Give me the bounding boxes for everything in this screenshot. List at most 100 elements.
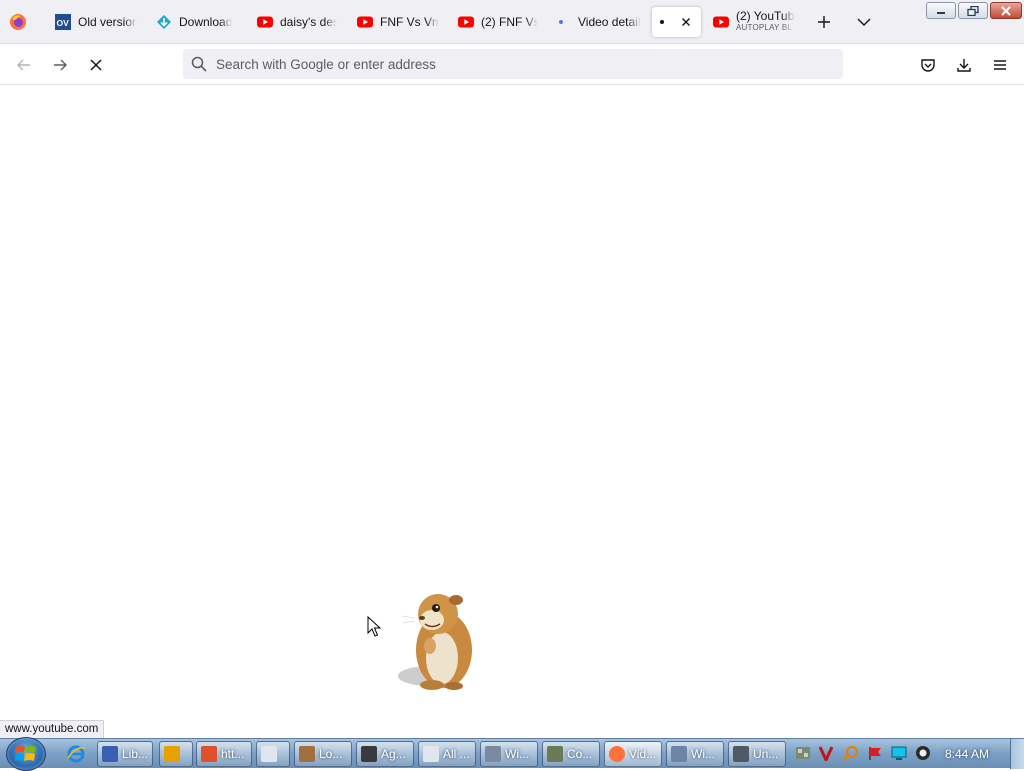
- close-icon: [1001, 5, 1011, 16]
- taskbar-item-media[interactable]: [159, 741, 193, 767]
- start-button[interactable]: [6, 737, 46, 771]
- windows-icon: [485, 746, 501, 762]
- tab-download[interactable]: Download: [156, 7, 238, 37]
- taskbar-item-ag[interactable]: Ag...: [356, 741, 414, 767]
- stop-loading-button[interactable]: [86, 55, 106, 75]
- virtualbox-icon: [102, 746, 118, 762]
- internet-explorer-icon[interactable]: [65, 743, 87, 765]
- search-tray-icon[interactable]: [843, 745, 859, 761]
- pocket-icon: [921, 59, 935, 72]
- back-button[interactable]: [14, 55, 34, 75]
- youtube-icon: [357, 14, 373, 30]
- taskbar-item-label: htt...: [221, 747, 245, 761]
- taskbar-item-label: Co...: [567, 747, 593, 761]
- app-icon: [671, 746, 687, 762]
- tab-title: (2) YouTube: [736, 10, 795, 23]
- taskbar-item-vid[interactable]: Vid...: [604, 741, 662, 767]
- app-menu-button[interactable]: [990, 55, 1010, 75]
- mouse-cursor-icon: [367, 616, 381, 637]
- search-icon: [191, 56, 207, 72]
- restore-button[interactable]: [958, 2, 988, 19]
- app-window-icon: [361, 746, 377, 762]
- url-input[interactable]: [216, 56, 816, 72]
- hamster-mascot-icon: [398, 594, 472, 690]
- svg-text:OV: OV: [57, 18, 70, 28]
- tab-daisys-desk[interactable]: daisy's desk: [257, 7, 337, 37]
- v-app-tray-icon[interactable]: [818, 745, 834, 761]
- taskbar-item-label: Wi...: [691, 747, 715, 761]
- status-bar-url: www.youtube.com: [0, 720, 105, 738]
- download-arrow-icon: [957, 59, 971, 72]
- taskbar-item-co[interactable]: Co...: [542, 741, 600, 767]
- volume-tray-icon[interactable]: [915, 745, 931, 761]
- taskbar-item-label: Lib...: [122, 747, 149, 761]
- oldversion-icon: OV: [55, 14, 71, 30]
- address-bar[interactable]: [183, 49, 843, 79]
- taskbar-clock[interactable]: 8:44 AM: [945, 747, 989, 761]
- tab-strip: OV Old version Download daisy's desk FNF…: [0, 0, 1024, 44]
- display-tray-icon[interactable]: [891, 745, 907, 761]
- chevron-down-icon[interactable]: [855, 12, 873, 32]
- tab-subtitle: AUTOPLAY BL: [736, 23, 793, 32]
- youtube-icon: [257, 14, 273, 30]
- minimize-icon: [937, 11, 945, 14]
- stop-x-icon: [90, 59, 102, 71]
- folder-window-icon: [261, 746, 277, 762]
- navigation-toolbar: [0, 44, 1024, 85]
- page-content: [0, 85, 1024, 737]
- windows-logo-icon: [15, 746, 36, 761]
- explorer-window-icon: [423, 746, 439, 762]
- tab-title: (2) FNF Vs: [481, 15, 538, 29]
- taskbar-item-lib[interactable]: Lib...: [97, 741, 153, 767]
- taskbar-item-un[interactable]: Un...: [728, 741, 786, 767]
- taskbar-item-label: Lo...: [319, 747, 343, 761]
- taskbar-item-label: All ...: [443, 747, 470, 761]
- loading-dot-icon: [660, 14, 676, 30]
- windows-taskbar: Lib... htt... Lo... Ag... All ... Wi... …: [0, 737, 1024, 771]
- download-manager-icon: [201, 746, 217, 762]
- tab-active[interactable]: [652, 7, 701, 37]
- tab-title: Download: [179, 15, 233, 29]
- window-controls: [926, 2, 1022, 19]
- youtube-icon: [458, 14, 474, 30]
- firefox-icon[interactable]: [9, 13, 27, 31]
- arrow-right-icon: [54, 59, 67, 71]
- tab-fnf-vs-vm[interactable]: FNF Vs Vm: [357, 7, 439, 37]
- taskbar-item-htt[interactable]: htt...: [196, 741, 252, 767]
- minimize-button[interactable]: [926, 2, 956, 19]
- youtube-icon: [713, 14, 729, 30]
- show-desktop-button[interactable]: [1010, 739, 1024, 769]
- taskbar-item-wi-2[interactable]: Wi...: [666, 741, 724, 767]
- new-tab-plus-icon[interactable]: [814, 12, 834, 32]
- network-tray-icon[interactable]: [795, 745, 811, 761]
- taskbar-item-label: Wi...: [505, 747, 529, 761]
- firefox-icon: [609, 746, 625, 762]
- control-icon: [547, 746, 563, 762]
- taskbar-item-folder[interactable]: [256, 741, 290, 767]
- arrow-left-icon: [17, 59, 30, 71]
- tab-video-details[interactable]: Video details: [555, 7, 641, 37]
- download-site-icon: [156, 14, 172, 30]
- tab-title: Old version: [78, 15, 137, 29]
- media-player-icon: [164, 746, 180, 762]
- tab-fnf-vs-2[interactable]: (2) FNF Vs: [458, 7, 538, 37]
- taskbar-item-wi-1[interactable]: Wi...: [480, 741, 538, 767]
- taskbar-item-label: Vid...: [629, 747, 657, 761]
- tab-title: Video details: [578, 15, 641, 29]
- loading-dot-icon: [555, 14, 571, 30]
- taskbar-item-label: Un...: [753, 747, 779, 761]
- taskbar-item-lo[interactable]: Lo...: [294, 741, 352, 767]
- close-tab-icon[interactable]: [679, 15, 693, 29]
- pocket-button[interactable]: [918, 55, 938, 75]
- downloads-button[interactable]: [954, 55, 974, 75]
- taskbar-item-all[interactable]: All ...: [418, 741, 476, 767]
- forward-button[interactable]: [50, 55, 70, 75]
- flag-tray-icon[interactable]: [867, 745, 883, 761]
- app-icon: [733, 746, 749, 762]
- tab-old-version[interactable]: OV Old version: [55, 7, 137, 37]
- hamburger-menu-icon: [994, 60, 1006, 70]
- tab-title: daisy's desk: [280, 15, 337, 29]
- taskbar-item-label: Ag...: [381, 747, 406, 761]
- tab-youtube-autoplay[interactable]: (2) YouTube AUTOPLAY BL: [713, 7, 795, 37]
- close-window-button[interactable]: [990, 2, 1022, 19]
